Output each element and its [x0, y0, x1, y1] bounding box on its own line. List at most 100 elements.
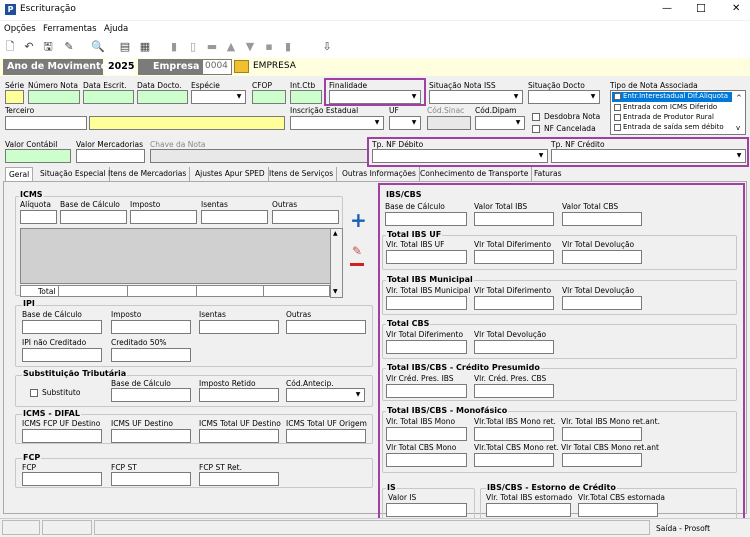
nf-cancelada-checkbox[interactable]	[532, 125, 540, 133]
scroll-up-icon[interactable]: ^	[736, 94, 742, 102]
especie-select[interactable]: ▼	[191, 90, 246, 104]
terceiro-name-field[interactable]	[89, 116, 285, 130]
grid-icon[interactable]: ▦	[138, 40, 152, 54]
estorno-field-1[interactable]	[486, 503, 571, 517]
terceiro-code-field[interactable]	[5, 116, 87, 130]
tipo-nota-item[interactable]: Entr.Interestadual Dif.Aliquota	[623, 92, 728, 100]
tab-geral[interactable]: Geral	[5, 167, 34, 181]
difal-uf-field[interactable]	[111, 429, 191, 443]
estorno-field-2[interactable]	[578, 503, 658, 517]
mono-field-6[interactable]	[562, 453, 642, 467]
tool-4-icon[interactable]: ▲	[224, 40, 238, 54]
checkbox-3[interactable]	[614, 114, 621, 121]
tab-outras-info[interactable]: Outras Informações	[339, 167, 420, 181]
is-field[interactable]	[386, 503, 467, 517]
presumido-field-2[interactable]	[474, 384, 554, 398]
checkbox-4[interactable]	[614, 124, 621, 131]
checkbox-2[interactable]	[614, 104, 621, 111]
minimize-button[interactable]: —	[662, 3, 672, 14]
substituto-checkbox[interactable]	[30, 389, 38, 397]
icms-base-field[interactable]	[60, 210, 127, 224]
valor-merc-field[interactable]	[76, 149, 145, 163]
ipi-isentas-field[interactable]	[199, 320, 279, 334]
save-icon[interactable]: 🖫	[41, 40, 55, 54]
aliquota-field[interactable]	[20, 210, 57, 224]
ipi-nao-cred-field[interactable]	[22, 348, 102, 362]
tab-situacao-especial[interactable]: Situação Especial	[37, 167, 110, 181]
tool-3-icon[interactable]: ▬	[205, 40, 219, 54]
ibscbs-ibs-field[interactable]	[474, 212, 554, 226]
ibsmun-field-1[interactable]	[386, 296, 467, 310]
fcp-st-field[interactable]	[111, 472, 191, 486]
icms-grid[interactable]	[20, 228, 343, 284]
preview-icon[interactable]: 🔍	[91, 40, 105, 54]
remove-icon[interactable]	[350, 263, 364, 266]
mono-field-1[interactable]	[386, 427, 467, 441]
tool-1-icon[interactable]: ▮	[167, 40, 181, 54]
cod-dipam-select[interactable]: ▼	[475, 116, 525, 130]
difal-total-dest-field[interactable]	[199, 429, 279, 443]
tool-7-icon[interactable]: ▮	[281, 40, 295, 54]
new-icon[interactable]: 🗋	[3, 40, 17, 54]
edit-icon[interactable]: ✎	[352, 244, 362, 258]
ipi-outras-field[interactable]	[286, 320, 366, 334]
tool-6-icon[interactable]: ▪	[262, 40, 276, 54]
sit-docto-select[interactable]: ▼	[528, 90, 600, 104]
sit-iss-select[interactable]: ▼	[429, 90, 523, 104]
mono-field-4[interactable]	[386, 453, 467, 467]
serie-field[interactable]	[5, 90, 24, 104]
st-cod-select[interactable]: ▼	[286, 388, 365, 402]
tab-conhecimento[interactable]: Conhecimento de Transporte	[417, 167, 533, 181]
folder-icon[interactable]	[234, 60, 249, 73]
tipo-nota-item[interactable]: Entrada com ICMS Diferido	[623, 103, 717, 111]
cbs-field-1[interactable]	[386, 340, 467, 354]
ibsmun-field-3[interactable]	[562, 296, 642, 310]
close-button[interactable]: ✕	[732, 3, 740, 14]
cbs-field-2[interactable]	[474, 340, 554, 354]
cfop-field[interactable]	[252, 90, 286, 104]
data-escrit-field[interactable]	[83, 90, 134, 104]
add-icon[interactable]: +	[350, 210, 367, 230]
tab-ajustes-sped[interactable]: Ajustes Apur SPED	[192, 167, 269, 181]
tipo-nota-item[interactable]: Entrada de Produtor Rural	[623, 113, 714, 121]
ipi-imposto-field[interactable]	[111, 320, 191, 334]
menu-ajuda[interactable]: Ajuda	[104, 24, 128, 34]
icms-imposto-field[interactable]	[130, 210, 197, 224]
desdobra-checkbox[interactable]	[532, 113, 540, 121]
mono-field-3[interactable]	[562, 427, 642, 441]
tab-faturas[interactable]: Faturas	[531, 167, 565, 181]
ibsuf-field-3[interactable]	[562, 250, 642, 264]
int-ctb-field[interactable]	[290, 90, 322, 104]
maximize-button[interactable]: ☐	[696, 2, 706, 15]
difal-total-orig-field[interactable]	[286, 429, 366, 443]
cod-sinac-field[interactable]	[427, 116, 471, 130]
difal-fcp-field[interactable]	[22, 429, 102, 443]
presumido-field-1[interactable]	[386, 384, 467, 398]
scroll-down-icon[interactable]: v	[736, 124, 740, 132]
fcp-st-ret-field[interactable]	[199, 472, 279, 486]
undo-icon[interactable]: ↶	[22, 40, 36, 54]
ibsuf-field-1[interactable]	[386, 250, 467, 264]
tool-2-icon[interactable]: ▯	[186, 40, 200, 54]
icms-outras-field[interactable]	[272, 210, 339, 224]
export-icon[interactable]: ⇩	[320, 40, 334, 54]
ipi-base-field[interactable]	[22, 320, 102, 334]
edit-icon[interactable]: ✎	[62, 40, 76, 54]
st-imposto-field[interactable]	[199, 388, 279, 402]
uf-select[interactable]: ▼	[389, 116, 421, 130]
ibsmun-field-2[interactable]	[474, 296, 554, 310]
valor-contabil-field[interactable]	[5, 149, 71, 163]
ibscbs-base-field[interactable]	[385, 212, 467, 226]
tab-itens-servicos[interactable]: Itens de Serviços	[266, 167, 338, 181]
mono-field-2[interactable]	[474, 427, 554, 441]
menu-ferramentas[interactable]: Ferramentas	[43, 24, 97, 34]
ibsuf-field-2[interactable]	[474, 250, 554, 264]
tool-5-icon[interactable]: ▼	[243, 40, 257, 54]
checkbox-1[interactable]	[614, 93, 621, 100]
fcp-field[interactable]	[22, 472, 102, 486]
numero-field[interactable]	[28, 90, 80, 104]
menu-opcoes[interactable]: Opções	[4, 24, 36, 34]
mono-field-5[interactable]	[474, 453, 554, 467]
list-icon[interactable]: ▤	[118, 40, 132, 54]
ipi-cred50-field[interactable]	[111, 348, 191, 362]
